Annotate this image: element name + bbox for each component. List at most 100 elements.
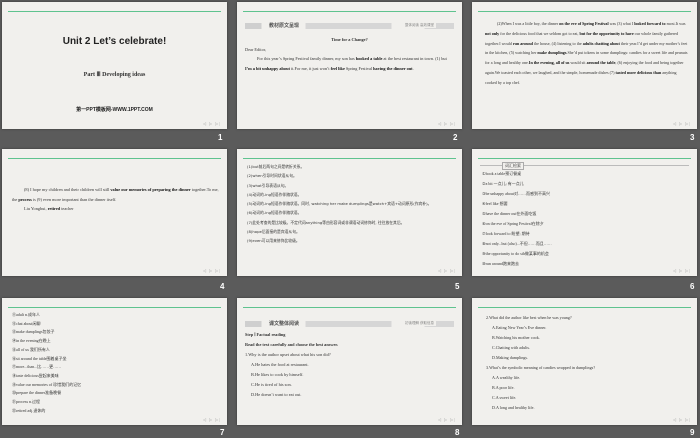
accent-line [8,158,221,159]
text-run: Liu Yongbui, [24,206,48,212]
answer-option: B.Watching his mother cook. [492,335,540,340]
slide-nav-icons[interactable]: ◁ ▷ ▷| [673,268,691,273]
slide-thumbnail-7[interactable]: ⑪adult n.成年人 ⑫chat about闲聊 ⑬make dumplings… [2,298,227,425]
paragraph: (8) I hope my children and their childre… [12,185,219,204]
text-run: the house, (4) listening to the [532,40,583,46]
slide-title: Unit 2 Let’s celebrate! [62,36,167,47]
slide-nav-icons[interactable]: ◁ ▷ ▷| [203,417,221,422]
grammar-note: (7)此处考查的是比较级。不定代词anything等由形容词或非谓语动词修饰时,… [247,219,405,225]
slide-number: 2 [453,133,458,142]
slide-nav-icons[interactable]: ◁ ▷ ▷| [438,268,456,273]
slide-thumbnail-5[interactable]: (1)but前后两句之间是转折关系。 (2)when引导时间状语从句。 (3)wha… [237,149,462,276]
text-run: was (3) what I [608,21,635,26]
slide-number: 9 [690,428,695,437]
slide-body: Time for a Change? Dear Editor, For this… [245,35,454,74]
accent-line [478,11,691,12]
vocab-item: ⑭in the evening在晚上 [12,338,51,344]
slide-thumbnail-4[interactable]: (8) I hope my children and their childre… [2,149,227,276]
slide-nav-icons[interactable]: ◁ ▷ ▷| [438,121,456,126]
answer-option: B.He likes to cook by himself. [251,372,304,377]
slide-number: 1 [218,133,223,142]
slide-body: (2)When I was a little boy, the dinner o… [485,19,689,88]
slide-nav-icons[interactable]: ◁ ▷ ▷| [438,417,456,422]
slide-nav-icons[interactable]: ◁ ▷ ▷| [203,121,221,126]
bold-phrase: looked forward to [634,21,666,26]
slide-thumbnail-8[interactable]: 课文整体阅读 初读理解 获取信息 Step Ⅰ Factual reading R… [237,298,462,425]
vocab-item: ㉑process n.过程 [12,399,40,405]
paragraph: (2)When I was a little boy, the dinner o… [485,19,689,88]
bold-phrase: retired [47,206,61,212]
vocab-item: ⑨the opportunity to do sth做某事的机会 [482,251,549,256]
text-run: For this year’s Spring Festival family d… [257,56,356,62]
answer-option: D.He doesn’t want to eat out. [251,392,302,397]
slide-nav-icons[interactable]: ◁ ▷ ▷| [203,268,221,273]
grammar-note: (2)when引导时间状语从句。 [247,173,297,179]
passage-title: Time for a Change? [331,37,368,42]
vocab-item: ⑮all of us 我们所有人 [12,346,50,352]
slide-nav-icons[interactable]: ◁ ▷ ▷| [673,121,691,126]
paragraph: For this year’s Spring Festival family d… [245,54,454,73]
answer-option: C.Chatting with adults. [492,345,530,350]
text-run: teacher [60,206,74,212]
vocab-item: ⑪adult n.成年人 [12,312,40,317]
accent-line [243,11,456,12]
accent-line [478,307,691,308]
answer-option: C.A sweet life. [492,395,517,400]
vocab-item: ⑳prepare the dinner准备晚餐 [12,390,62,396]
slide-number: 3 [690,133,695,142]
bold-phrase: process [18,196,32,202]
vocab-item: ⑩run around跑来跑去 [482,261,520,266]
slide-number: 4 [220,282,225,291]
text-run: most.It was [665,21,686,26]
slide-thumbnail-6[interactable]: 词汇检索 ①book a table预订餐桌 ②a bit 一点儿; 有一点儿 ③b… [472,149,697,276]
section-banner: 课文整体阅读 初读理解 获取信息 [245,320,454,327]
slide-thumbnail-9[interactable]: 2.What did the author like best when he … [472,298,697,425]
bold-phrase: feel like [330,66,345,72]
slide-thumbnail-1[interactable]: Unit 2 Let’s celebrate! Part Ⅲ Developin… [2,2,227,129]
site-logo-text: 第一PPT模板网-WWW.1PPT.COM [76,107,153,113]
vocab-item: ④feel like 想要 [482,201,508,206]
vocab-item: ⑱taste delicious尝起来美味 [12,372,59,378]
slide-nav-icons[interactable]: ◁ ▷ ▷| [673,417,691,422]
vocab-item: ㉒retired adj.退休的 [12,407,46,413]
answer-option: D.Making dumplings. [492,355,529,360]
bold-phrase: adults chatting about [582,40,620,46]
answer-option: C.He is tired of his son. [251,382,292,387]
vocab-item: ②a bit 一点儿; 有一点儿 [482,181,524,186]
slide-body: (8) I hope my children and their childre… [12,185,219,214]
answer-option: B.A poor life. [492,385,515,390]
grammar-note: (9)even可以用来修饰比较级。 [247,238,300,244]
bold-phrase: make dumplings [537,50,567,56]
vocab-item: ③be unhappy about对……而感到不高兴 [482,191,551,196]
accent-line [8,307,221,308]
slide-body: Step Ⅰ Factual reading Read the text car… [245,330,454,400]
text-run: Spring Festival [344,66,374,72]
answer-option: A.A wealthy life. [492,375,521,380]
answer-options: A.A wealthy life. B.A poor life. C.A sweet… [486,373,689,413]
vocab-item: ⑬make dumplings包饺子 [12,329,55,335]
text-run: would sit [569,60,587,66]
text-run: is (9) even more important than the dinn… [31,196,117,202]
bold-phrase: on the eve of Spring Festival [559,21,609,26]
instruction: Read the text carefully and choose the b… [245,342,338,347]
vocab-item: ⑧not only...but (also)...不但……而且…… [482,241,552,246]
text-run: at the best restaurant in town. (1) but [382,56,447,62]
bold-phrase: having the dinner out [373,66,413,72]
grammar-notes: (1)but前后两句之间是转折关系。 (2)when引导时间状语从句。 (3)wha… [247,162,454,246]
section-title: 课文整体阅读 [267,320,302,327]
question: 3.What’s the symbolic meaning of candies… [486,365,596,370]
bold-phrase: run around [512,40,533,46]
grammar-note: (1)but前后两句之间是转折关系。 [247,164,305,169]
vocab-item: ⑥on the eve of Spring Festival在除夕 [482,221,544,226]
slide-thumbnail-3[interactable]: (2)When I was a little boy, the dinner o… [472,2,697,129]
grammar-note: (5)动词的-ing短语作伴随状语。同时, watching her make … [247,201,432,207]
bold-phrase: tasted more delicious than [615,69,662,75]
slide-thumbnail-2[interactable]: 教材原文呈现 整体阅读 高效课堂 Time for a Change? Dear … [237,2,462,129]
section-title: 教材原文呈现 [267,22,302,29]
section-banner: 教材原文呈现 整体阅读 高效课堂 [245,22,454,29]
slide-number: 8 [455,428,460,437]
question: 1.Why is the author upset about what his… [245,352,331,357]
bold-phrase: booked a table [355,56,383,62]
section-tag: 初读理解 获取信息 [403,321,436,326]
slide-number: 6 [690,282,695,291]
